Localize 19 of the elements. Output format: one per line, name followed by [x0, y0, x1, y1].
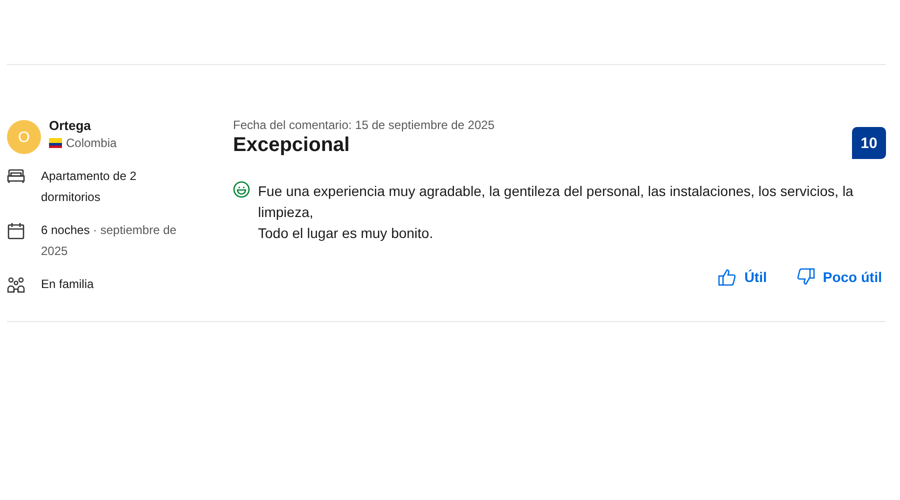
review-text: Fue una experiencia muy agradable, la gentileza del personal, las instalaciones, los servicios, la limpieza, Todo el lugar es muy bonito.: [258, 182, 854, 243]
review-date: Fecha del comentario: 15 de septiembre de 2025: [233, 118, 496, 132]
country: Colombia: [66, 136, 117, 150]
review-title: Excepcional: [233, 134, 350, 157]
thumbs-up-icon: [718, 268, 736, 286]
reviewer-name: Ortega: [49, 118, 92, 133]
not-helpful-button[interactable]: Poco útil: [792, 264, 886, 290]
stay-info: En familia: [41, 276, 94, 293]
people-icon: [7, 276, 25, 294]
thumbs-down-icon: [796, 268, 815, 286]
calendar-icon: [7, 222, 25, 240]
avatar: O: [7, 120, 41, 154]
smiley-icon: [233, 181, 250, 198]
bed-icon: [7, 168, 25, 184]
stay-info: Apartamento de 2 dormitorios: [41, 168, 138, 206]
stay-info: 6 noches · septiembre de 2025: [41, 222, 178, 260]
score-badge: 10: [852, 127, 886, 159]
helpful-button[interactable]: Útil: [714, 264, 771, 290]
flag-icon: [49, 138, 62, 148]
